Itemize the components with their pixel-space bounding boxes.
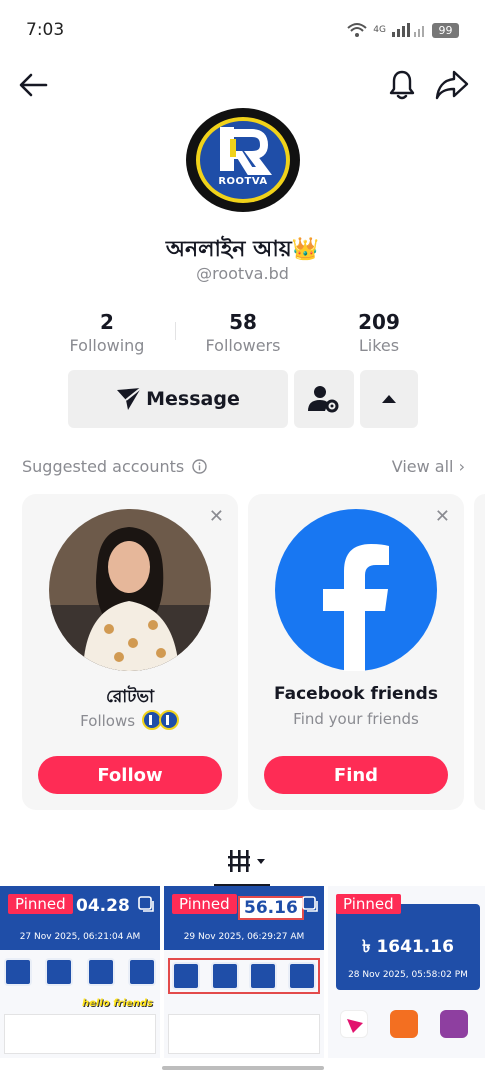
follow-button[interactable]: Follow (38, 756, 222, 794)
stat-followers-label: Followers (205, 336, 281, 355)
app-icon (45, 958, 74, 986)
send-icon (117, 387, 142, 410)
suggested-card[interactable]: ✕ Facebook friends Find your friends Fin… (248, 494, 464, 810)
content-tabs (0, 840, 485, 888)
info-icon[interactable] (192, 459, 208, 474)
tile-icons (4, 958, 156, 986)
video-tile[interactable]: 04.28 27 Nov 2025, 06:21:04 AM hello fri… (0, 886, 160, 1058)
wifi-icon (347, 23, 367, 37)
suggested-user-sub: Follows (22, 710, 238, 730)
app-icon (172, 962, 200, 990)
multi-image-icon (138, 896, 154, 912)
status-bar: 7:03 4G 99 (0, 0, 485, 60)
battery-indicator: 99 (432, 22, 459, 38)
stat-following-value: 2 (100, 310, 114, 334)
status-time: 7:03 (26, 20, 65, 40)
videos-tab[interactable] (226, 846, 268, 876)
chevron-right-icon: › (458, 457, 465, 476)
profile-stats: 2 Following 58 Followers 209 Likes (40, 310, 445, 360)
profile-avatar[interactable]: ROOTVA (186, 108, 300, 212)
tile-sticker: hello friends (82, 998, 153, 1009)
caret-up-icon (382, 395, 396, 403)
suggested-card-partial[interactable] (474, 494, 485, 810)
stat-following-label: Following (69, 336, 145, 355)
facebook-friends-title: Facebook friends (274, 684, 438, 704)
stat-followers[interactable]: 58 Followers (178, 310, 308, 355)
back-arrow-icon (19, 73, 48, 97)
app-icon (127, 958, 156, 986)
tile-amount: ৳ 1641.16 (362, 937, 454, 957)
stat-likes[interactable]: 209 Likes (314, 310, 444, 355)
profile-handle: @rootva.bd (196, 264, 289, 283)
app-icon (4, 958, 32, 986)
grid-lines-icon (228, 850, 265, 872)
mutual-avatar-icon (141, 710, 179, 730)
stat-likes-label: Likes (358, 336, 400, 355)
message-label: Message (146, 388, 240, 410)
app-icon (390, 1010, 418, 1038)
suggested-user-avatar (49, 509, 211, 671)
stat-followers-value: 58 (229, 310, 257, 334)
pinned-badge: Pinned (172, 894, 237, 914)
video-grid: 04.28 27 Nov 2025, 06:21:04 AM hello fri… (0, 886, 485, 1058)
tile-icons (168, 958, 320, 994)
top-bar (0, 62, 485, 108)
suggested-title: Suggested accounts (22, 457, 208, 476)
facebook-friends-sub: Find your friends (293, 710, 419, 728)
app-icon (440, 1010, 468, 1038)
bell-icon (389, 70, 415, 100)
network-label: 4G (373, 25, 386, 35)
suggested-card[interactable]: ✕ রোটভা Follows Follow (22, 494, 238, 810)
home-indicator[interactable] (162, 1066, 324, 1070)
share-button[interactable] (432, 66, 472, 104)
tile-footer (168, 1014, 320, 1054)
app-icon (249, 962, 278, 990)
video-tile[interactable]: ৳ 1641.16 28 Nov 2025, 05:58:02 PM Pinne… (328, 886, 485, 1058)
stat-likes-value: 209 (358, 310, 400, 334)
close-icon[interactable]: ✕ (209, 506, 224, 527)
user-settings-button[interactable] (294, 370, 354, 428)
pinned-badge: Pinned (8, 894, 73, 914)
status-icons: 4G 99 (347, 22, 459, 38)
follows-label: Follows (80, 712, 136, 730)
view-all-link[interactable]: View all › (392, 457, 465, 476)
view-all-text: View all (391, 457, 454, 476)
message-button[interactable]: Message (68, 370, 288, 428)
tile-date: 29 Nov 2025, 06:29:27 AM (183, 932, 305, 942)
app-icon (340, 1010, 368, 1038)
pinned-badge: Pinned (336, 894, 401, 914)
rootva-logo: ROOTVA (196, 117, 290, 203)
expand-suggestions-button[interactable] (360, 370, 418, 428)
stat-divider (175, 322, 176, 340)
app-icon (287, 962, 316, 990)
logo-text: ROOTVA (218, 176, 268, 187)
tile-date: 27 Nov 2025, 06:21:04 AM (19, 932, 141, 942)
tile-footer (4, 1014, 156, 1054)
signal-icon (392, 23, 424, 37)
tile-amount: 04.28 (76, 896, 130, 916)
suggested-header: Suggested accounts View all › (22, 457, 465, 479)
suggested-user-name: রোটভা (105, 687, 155, 707)
tile-date: 28 Nov 2025, 05:58:02 PM (348, 970, 468, 980)
find-button[interactable]: Find (264, 756, 448, 794)
app-icon (210, 962, 239, 990)
back-button[interactable] (16, 68, 50, 102)
stat-following[interactable]: 2 Following (42, 310, 172, 355)
user-gear-icon (308, 386, 339, 413)
suggested-title-text: Suggested accounts (22, 457, 185, 476)
app-icon (86, 958, 115, 986)
rootva-logo-mark (220, 127, 272, 175)
multi-image-icon (302, 896, 318, 912)
tile-amount: 56.16 (238, 896, 304, 920)
close-icon[interactable]: ✕ (435, 506, 450, 527)
video-tile[interactable]: 56.16 29 Nov 2025, 06:29:27 AM Pinned (164, 886, 324, 1058)
facebook-icon (275, 509, 437, 671)
share-arrow-icon (435, 70, 469, 100)
notification-button[interactable] (384, 66, 420, 104)
